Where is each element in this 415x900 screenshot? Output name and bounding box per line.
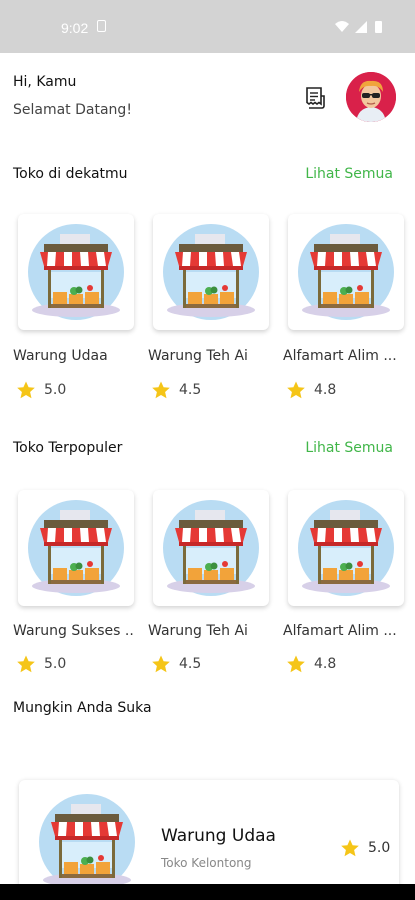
store-name: Warung Udaa [13,348,108,364]
store-rating: 4.8 [286,654,336,674]
store-image [163,500,259,596]
battery-icon [375,21,382,33]
star-icon [341,839,359,857]
rating-value: 5.0 [44,382,67,398]
star-icon [17,381,35,399]
welcome-text: Selamat Datang! [13,102,132,118]
store-card[interactable] [18,214,134,330]
store-image [163,224,259,320]
receipt-icon[interactable] [304,86,326,110]
store-rating: 5.0 [16,380,66,400]
store-rating: 5.0 [16,654,66,674]
recommended-store-name: Warung Udaa [161,826,276,846]
star-icon [152,381,170,399]
status-icons [335,21,382,33]
sim-icon [97,20,106,32]
store-name: Alfamart Alim ... [283,623,397,639]
wifi-icon [335,21,349,32]
rating-value: 5.0 [368,840,391,856]
section-title-nearby: Toko di dekatmu [13,166,128,182]
recommended-store-category: Toko Kelontong [161,856,252,870]
section-title-popular: Toko Terpopuler [13,440,123,456]
avatar-illustration [346,72,396,122]
store-rating: 4.5 [151,654,201,674]
recommended-store-rating: 5.0 [340,838,390,858]
see-all-nearby-link[interactable]: Lihat Semua [305,166,393,182]
rating-value: 4.8 [314,656,337,672]
status-time: 9:02 [61,20,89,36]
see-all-popular-link[interactable]: Lihat Semua [305,440,393,456]
star-icon [287,381,305,399]
greeting-text: Hi, Kamu [13,74,77,90]
status-bar: 9:02 [0,0,415,53]
navigation-bar [0,884,415,900]
store-image [298,500,394,596]
store-image [298,224,394,320]
store-image [28,224,124,320]
star-icon [17,655,35,673]
rating-value: 4.5 [179,382,202,398]
rating-value: 4.8 [314,382,337,398]
star-icon [287,655,305,673]
store-rating: 4.5 [151,380,201,400]
store-name: Warung Sukses ... [13,623,135,639]
store-image [28,500,124,596]
store-card[interactable] [18,490,134,606]
star-icon [152,655,170,673]
store-name: Warung Teh Ai [148,623,248,639]
store-card[interactable] [153,490,269,606]
store-card[interactable] [153,214,269,330]
store-card[interactable] [288,490,404,606]
section-title-recommended: Mungkin Anda Suka [13,700,152,716]
store-name: Alfamart Alim ... [283,348,397,364]
rating-value: 5.0 [44,656,67,672]
signal-icon [355,21,367,33]
store-name: Warung Teh Ai [148,348,248,364]
rating-value: 4.5 [179,656,202,672]
store-image [39,794,135,890]
avatar[interactable] [346,72,396,122]
store-card[interactable] [288,214,404,330]
store-rating: 4.8 [286,380,336,400]
